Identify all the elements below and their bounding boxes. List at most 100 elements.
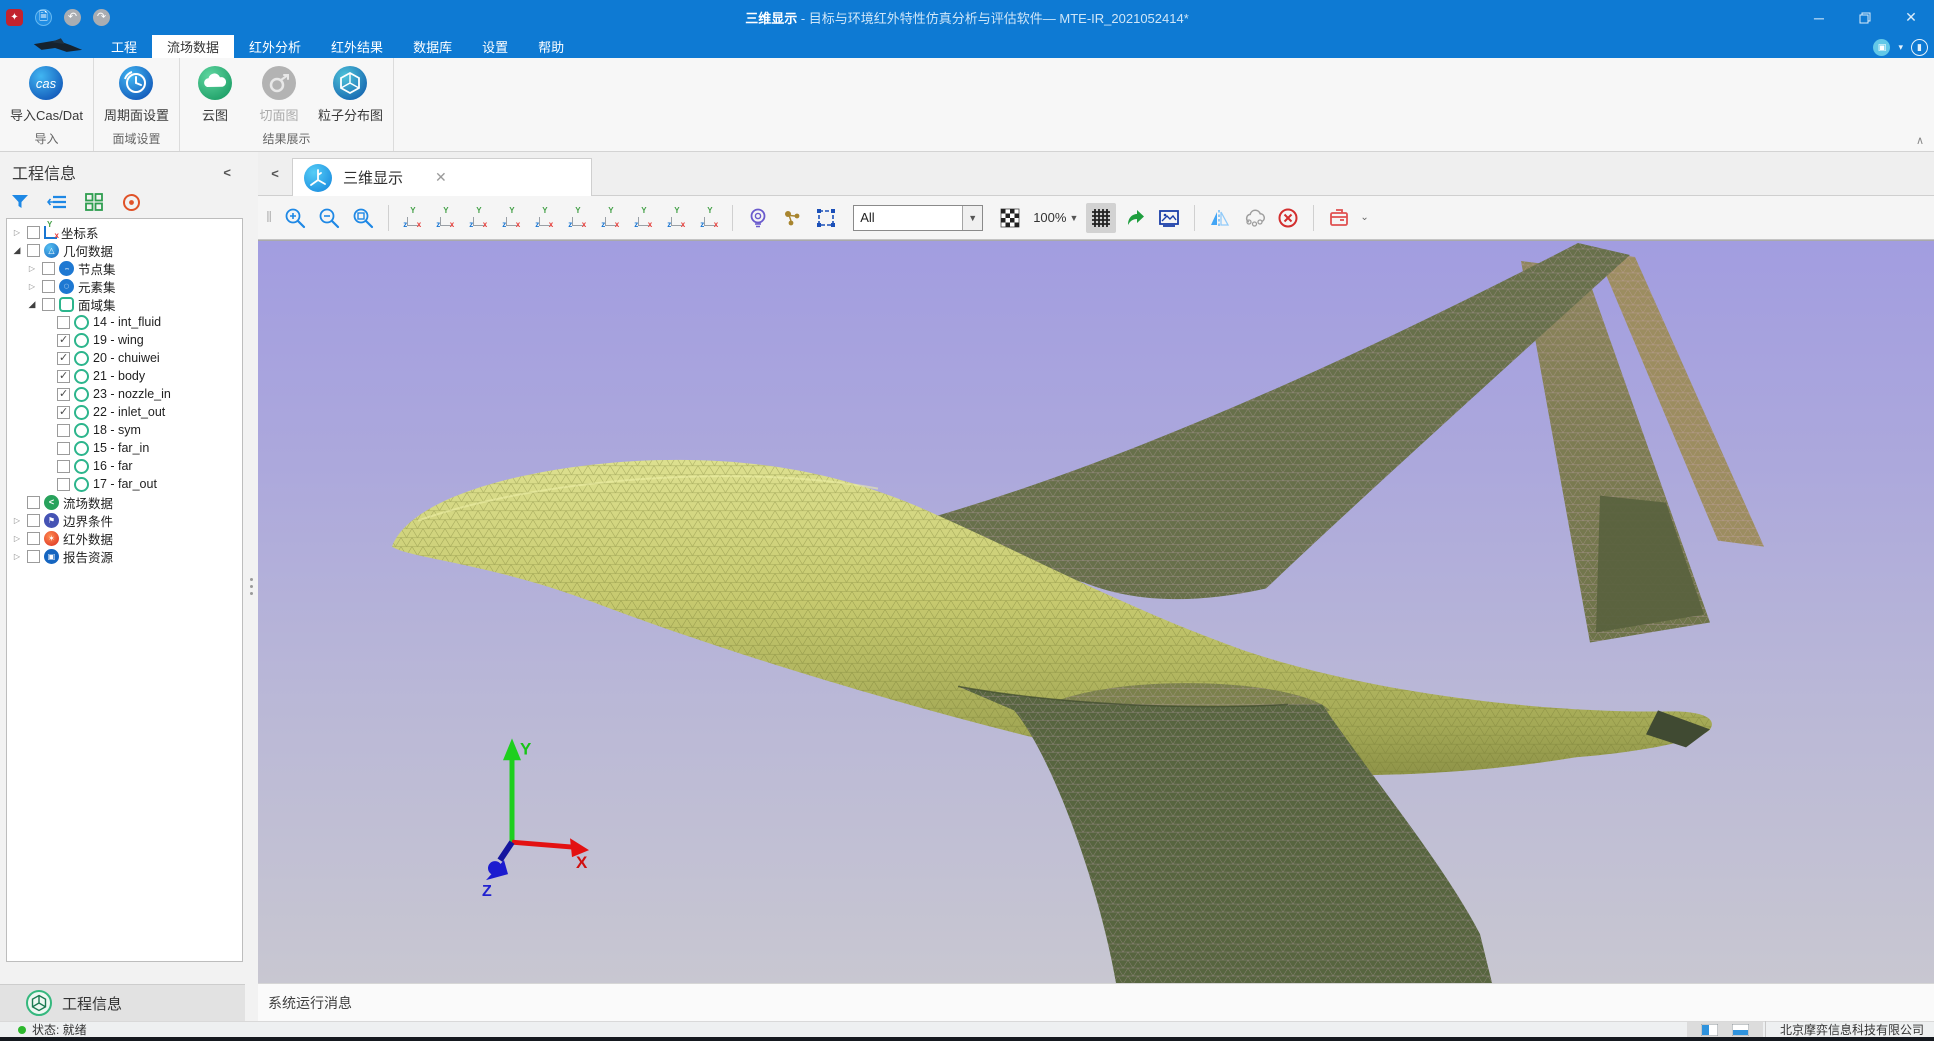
tree-item[interactable]: ▷ 节点集	[7, 259, 242, 277]
export-share-button[interactable]	[1120, 203, 1150, 233]
tree-item[interactable]: 流场数据	[7, 493, 242, 511]
grid-toggle-button[interactable]	[1086, 203, 1116, 233]
view-iso-3[interactable]: Yxz	[663, 203, 689, 233]
tree-item[interactable]: 16 - far	[7, 457, 242, 475]
visibility-checkbox[interactable]	[42, 298, 55, 311]
snapshot-image-button[interactable]	[1154, 203, 1184, 233]
target-icon[interactable]	[121, 192, 141, 212]
view-front[interactable]: Yxz	[399, 203, 425, 233]
grid-view-icon[interactable]	[84, 192, 104, 212]
redo-icon[interactable]: ↷	[93, 9, 110, 26]
undo-icon[interactable]: ↶	[64, 9, 81, 26]
tree-item[interactable]: 23 - nozzle_in	[7, 385, 242, 403]
particles-button[interactable]	[777, 203, 807, 233]
particle-distribution-button[interactable]: 粒子分布图	[314, 62, 387, 126]
tree-item[interactable]: ▷ 红外数据	[7, 529, 242, 547]
tree-item[interactable]: 21 - body	[7, 367, 242, 385]
view-right[interactable]: Yxz	[498, 203, 524, 233]
menu-item-flow-data[interactable]: 流场数据	[152, 35, 234, 58]
tree-item[interactable]: 18 - sym	[7, 421, 242, 439]
panel-splitter[interactable]	[245, 152, 258, 1021]
visibility-checkbox[interactable]	[42, 262, 55, 275]
tree-item[interactable]: ▷ 报告资源	[7, 547, 242, 565]
tree-item[interactable]: ◢ 面域集	[7, 295, 242, 313]
view-left[interactable]: Yxz	[465, 203, 491, 233]
combo-dropdown-icon[interactable]: ▼	[962, 206, 982, 230]
camera-light-button[interactable]	[743, 203, 773, 233]
menu-item-project[interactable]: 工程	[96, 35, 152, 58]
visibility-checkbox[interactable]	[27, 226, 40, 239]
tree-expander-icon[interactable]: ▷	[26, 282, 38, 291]
tree-expander-icon[interactable]: ▷	[26, 264, 38, 273]
display-filter-combobox[interactable]: All ▼	[853, 205, 983, 231]
chevron-down-icon[interactable]: ⌄	[1360, 212, 1368, 223]
tree-expander-icon[interactable]: ▷	[11, 534, 23, 543]
menu-item-settings[interactable]: 设置	[467, 35, 523, 58]
visibility-checkbox[interactable]	[57, 316, 70, 329]
tree-item[interactable]: 20 - chuiwei	[7, 349, 242, 367]
project-panel-footer[interactable]: 工程信息	[0, 984, 245, 1021]
point-cloud-button[interactable]	[1239, 203, 1269, 233]
visibility-checkbox[interactable]	[57, 460, 70, 473]
zoom-out-button[interactable]	[314, 203, 344, 233]
view-iso-2[interactable]: Yxz	[630, 203, 656, 233]
tree-item[interactable]: 19 - wing	[7, 331, 242, 349]
layout-left-panel-icon[interactable]	[1701, 1024, 1718, 1036]
toolbar-drag-handle[interactable]: ‖	[266, 209, 270, 226]
tree-item[interactable]: 17 - far_out	[7, 475, 242, 493]
menu-item-infrared-analysis[interactable]: 红外分析	[234, 35, 316, 58]
style-icon[interactable]: ▣	[1873, 39, 1890, 56]
visibility-checkbox[interactable]	[27, 550, 40, 563]
import-cas-dat-button[interactable]: cas 导入Cas/Dat	[6, 62, 87, 126]
periodic-face-button[interactable]: 周期面设置	[100, 62, 173, 126]
tree-item[interactable]: ▷ 坐标系	[7, 223, 242, 241]
visibility-checkbox[interactable]	[57, 334, 70, 347]
tab-close-icon[interactable]: ✕	[435, 169, 447, 186]
app-icon[interactable]: ✦	[6, 9, 23, 26]
tree-item[interactable]: 15 - far_in	[7, 439, 242, 457]
view-iso-4[interactable]: Yxz	[696, 203, 722, 233]
tree-item[interactable]: ◢ 几何数据	[7, 241, 242, 259]
visibility-checkbox[interactable]	[57, 406, 70, 419]
chevron-down-icon[interactable]: ▾	[1898, 42, 1903, 53]
view-iso-1[interactable]: Yxz	[597, 203, 623, 233]
view-top[interactable]: Yxz	[531, 203, 557, 233]
visibility-checkbox[interactable]	[27, 532, 40, 545]
visibility-checkbox[interactable]	[27, 496, 40, 509]
view-bottom[interactable]: Yxz	[564, 203, 590, 233]
cancel-button[interactable]	[1273, 203, 1303, 233]
3d-viewport[interactable]: Y X Z	[258, 240, 1934, 983]
tree-expander-icon[interactable]: ▷	[11, 552, 23, 561]
minimize-button[interactable]: ─	[1796, 0, 1842, 35]
zoom-in-button[interactable]	[280, 203, 310, 233]
visibility-checkbox[interactable]	[57, 370, 70, 383]
visibility-checkbox[interactable]	[57, 424, 70, 437]
close-button[interactable]: ✕	[1888, 0, 1934, 35]
visibility-checkbox[interactable]	[57, 478, 70, 491]
ribbon-collapse-icon[interactable]: ∧	[1916, 134, 1924, 147]
save-scene-button[interactable]	[1324, 203, 1354, 233]
save-icon[interactable]: 🗎	[35, 9, 52, 26]
tab-3d-view[interactable]: 三维显示 ✕	[292, 158, 592, 196]
tree-item[interactable]: 22 - inlet_out	[7, 403, 242, 421]
tree-item[interactable]: 14 - int_fluid	[7, 313, 242, 331]
visibility-checkbox[interactable]	[57, 442, 70, 455]
menu-item-infrared-results[interactable]: 红外结果	[316, 35, 398, 58]
list-icon[interactable]	[47, 192, 67, 212]
visibility-checkbox[interactable]	[57, 388, 70, 401]
visibility-checkbox[interactable]	[27, 514, 40, 527]
menu-item-database[interactable]: 数据库	[398, 35, 467, 58]
tree-item[interactable]: ▷ 边界条件	[7, 511, 242, 529]
zoom-fit-button[interactable]	[348, 203, 378, 233]
mirror-button[interactable]	[1205, 203, 1235, 233]
restore-button[interactable]	[1842, 0, 1888, 35]
opacity-level-dropdown[interactable]: 100%▼	[1029, 210, 1082, 225]
help-ring-icon[interactable]: ▮	[1911, 39, 1928, 56]
layout-bottom-panel-icon[interactable]	[1732, 1024, 1749, 1036]
menu-item-help[interactable]: 帮助	[523, 35, 579, 58]
tree-expander-icon[interactable]: ◢	[26, 299, 38, 310]
view-back[interactable]: Yxz	[432, 203, 458, 233]
filter-icon[interactable]	[10, 192, 30, 212]
tab-scroll-left-icon[interactable]: <	[258, 166, 292, 181]
cloud-map-button[interactable]: 云图	[186, 62, 244, 126]
